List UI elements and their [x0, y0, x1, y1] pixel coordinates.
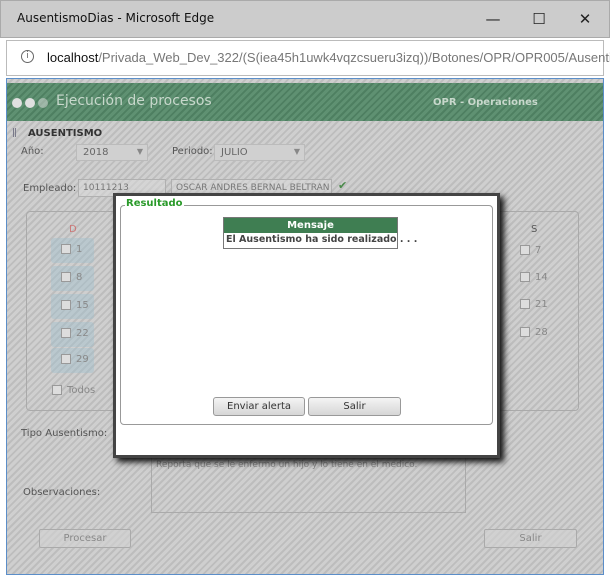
app-title: Ejecución de procesos — [56, 93, 212, 109]
close-button[interactable]: ✕ — [570, 7, 600, 31]
info-icon[interactable]: i — [21, 50, 34, 63]
employee-label: Empleado: — [23, 183, 77, 194]
minimize-button[interactable]: — — [478, 7, 508, 31]
process-button[interactable]: Procesar — [39, 529, 131, 548]
chevron-down-icon: ▼ — [136, 147, 143, 156]
title-bar: AusentismoDias - Microsoft Edge — ☐ ✕ — [0, 0, 610, 38]
dot-icon — [38, 98, 48, 108]
period-label: Periodo: — [172, 146, 213, 157]
all-checkbox[interactable]: Todos — [52, 385, 95, 396]
result-fieldset: Resultado Mensaje El Ausentismo ha sido … — [120, 198, 493, 425]
pin-icon: ǁ — [12, 127, 17, 138]
tipo-label: Tipo Ausentismo: — [21, 428, 108, 439]
dot-icon — [12, 98, 22, 108]
dot-icon — [25, 98, 35, 108]
day-cell[interactable]: 1 — [51, 238, 94, 263]
day-cell[interactable]: 29 — [51, 348, 94, 373]
message-table: Mensaje El Ausentismo ha sido realizado … — [223, 217, 418, 249]
col-sunday: D — [69, 224, 77, 235]
result-dialog: Resultado Mensaje El Ausentismo ha sido … — [113, 193, 500, 458]
day-checkbox[interactable]: 14 — [520, 272, 548, 283]
result-legend: Resultado — [125, 198, 184, 209]
address-bar[interactable]: i localhost/Privada_Web_Dev_322/(S(iea45… — [6, 40, 610, 76]
year-select[interactable]: 2018 ▼ — [76, 144, 148, 161]
module-name: OPR - Operaciones — [433, 97, 538, 108]
day-checkbox[interactable]: 7 — [520, 245, 541, 256]
url[interactable]: localhost/Privada_Web_Dev_322/(S(iea45h1… — [47, 50, 610, 65]
message-row: El Ausentismo ha sido realizado . . . — [226, 234, 418, 245]
day-cell[interactable]: 15 — [51, 294, 94, 319]
obs-label: Observaciones: — [23, 487, 101, 498]
day-cell[interactable]: 22 — [51, 322, 94, 347]
message-header: Mensaje — [224, 218, 397, 233]
day-checkbox[interactable]: 21 — [520, 299, 548, 310]
send-alert-button[interactable]: Enviar alerta — [213, 397, 305, 416]
day-cell[interactable]: 8 — [51, 266, 94, 291]
chevron-down-icon: ▼ — [293, 147, 300, 156]
maximize-button[interactable]: ☐ — [524, 7, 554, 31]
window-title: AusentismoDias - Microsoft Edge — [17, 11, 215, 25]
year-label: Año: — [21, 146, 44, 157]
period-select[interactable]: JULIO ▼ — [214, 144, 305, 161]
dialog-exit-button[interactable]: Salir — [308, 397, 401, 416]
col-saturday: S — [531, 224, 538, 235]
day-checkbox[interactable]: 28 — [520, 327, 548, 338]
app-header: Ejecución de procesos OPR - Operaciones — [7, 83, 603, 121]
exit-button[interactable]: Salir — [484, 529, 577, 548]
check-icon[interactable]: ✔ — [338, 179, 347, 192]
section-title: AUSENTISMO — [28, 128, 103, 139]
observations-textarea[interactable]: Reporta que se le enfermo un hijo y lo t… — [151, 456, 466, 513]
